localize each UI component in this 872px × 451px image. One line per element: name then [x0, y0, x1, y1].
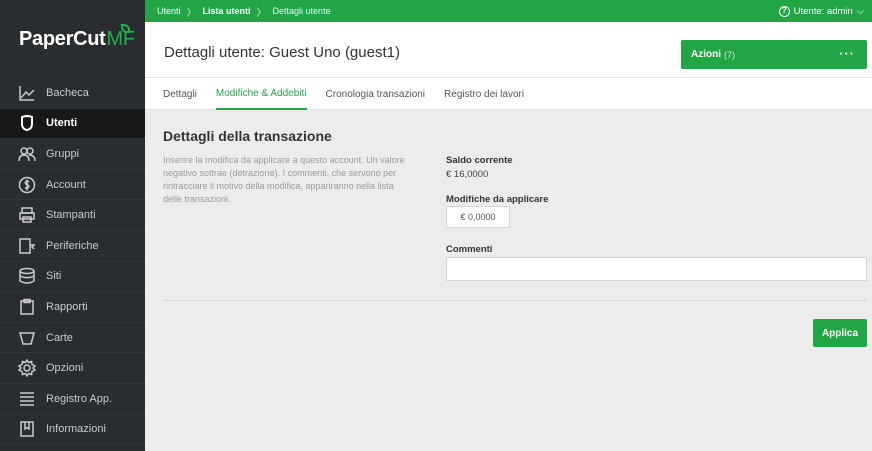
page-title: Dettagli utente: Guest Uno (guest1)	[164, 44, 400, 61]
user-menu-label: Utente: admin	[793, 5, 853, 17]
sidebar-item-label: Utenti	[46, 117, 78, 130]
section-title: Dettagli della transazione	[163, 128, 332, 144]
apply-button[interactable]: Applica	[813, 319, 867, 347]
adjust-label: Modifiche da applicare	[446, 194, 549, 205]
breadcrumb-separator: 〉	[256, 7, 267, 19]
more-icon: ···	[839, 46, 855, 61]
account-coin-icon	[17, 175, 37, 195]
actions-count: (7)	[724, 49, 735, 60]
leaf-icon	[121, 24, 130, 33]
sidebar-item-periferiche[interactable]: Periferiche	[0, 231, 145, 262]
app-window: PaperCut MF Bacheca Utenti Gruppi Account…	[0, 0, 872, 451]
divider	[163, 300, 867, 301]
sidebar-item-label: Bacheca	[46, 86, 89, 99]
comments-label: Commenti	[446, 244, 493, 255]
card-icon	[17, 328, 37, 348]
chart-line-icon	[17, 83, 37, 103]
help-icon[interactable]: ?	[778, 5, 790, 17]
balance-value: € 16,0000	[446, 169, 489, 180]
tab-dettagli[interactable]: Dettagli	[163, 78, 197, 110]
sidebar: PaperCut MF Bacheca Utenti Gruppi Account…	[0, 0, 145, 451]
tab-cronologia-transazioni[interactable]: Cronologia transazioni	[326, 78, 426, 110]
printer-icon	[17, 205, 37, 225]
sidebar-item-utenti[interactable]: Utenti	[0, 108, 145, 140]
sidebar-item-label: Informazioni	[46, 423, 106, 436]
brand-name: PaperCut	[19, 27, 106, 50]
sidebar-item-label: Gruppi	[46, 147, 80, 160]
breadcrumb-item: Dettagli utente	[272, 6, 331, 16]
page-header: Dettagli utente: Guest Uno (guest1) Azio…	[145, 22, 872, 78]
tab-registro-lavori[interactable]: Registro dei lavori	[444, 78, 524, 110]
papercut-logo[interactable]: PaperCut MF	[0, 0, 145, 78]
sidebar-item-account[interactable]: Account	[0, 170, 145, 201]
sidebar-item-opzioni[interactable]: Opzioni	[0, 353, 145, 384]
sidebar-item-label: Stampanti	[46, 209, 96, 222]
actions-button[interactable]: Azioni (7) ···	[681, 40, 867, 69]
balance-label: Saldo corrente	[446, 155, 513, 166]
sidebar-item-label: Opzioni	[46, 362, 84, 375]
section-description: Inserire la modifica da applicare a ques…	[163, 155, 405, 204]
comments-input[interactable]	[446, 257, 867, 281]
user-menu[interactable]: ? Utente: admin ⌵	[778, 0, 864, 22]
top-bar: Utenti 〉 Lista utenti 〉 Dettagli utente …	[145, 0, 872, 22]
sidebar-item-label: Rapporti	[46, 300, 88, 313]
sidebar-item-label: Account	[46, 178, 86, 191]
tab-modifiche-addebiti[interactable]: Modifiche & Addebiti	[215, 78, 307, 110]
gear-icon	[17, 358, 37, 378]
sidebar-item-carte[interactable]: Carte	[0, 323, 145, 354]
sidebar-item-siti[interactable]: Siti	[0, 262, 145, 293]
adjustment-input[interactable]: € 0,0000	[446, 206, 510, 228]
tab-bar: Dettagli Modifiche & Addebiti Cronologia…	[145, 78, 872, 110]
sidebar-item-gruppi[interactable]: Gruppi	[0, 139, 145, 170]
user-icon	[17, 113, 37, 133]
brand-suffix: MF	[106, 27, 136, 50]
transaction-panel: Dettagli della transazione Inserire la m…	[145, 110, 872, 451]
actions-label: Azioni	[691, 49, 721, 60]
breadcrumb-separator: 〉	[186, 7, 197, 19]
log-lines-icon	[17, 389, 37, 409]
chevron-down-icon: ⌵	[856, 5, 864, 17]
group-icon	[17, 144, 37, 164]
sidebar-item-stampanti[interactable]: Stampanti	[0, 200, 145, 231]
sidebar-item-label: Carte	[46, 331, 73, 344]
sidebar-item-rapporti[interactable]: Rapporti	[0, 292, 145, 323]
sidebar-item-informazioni[interactable]: Informazioni	[0, 415, 145, 446]
breadcrumb-item[interactable]: Lista utenti	[203, 6, 251, 16]
info-book-icon	[17, 419, 37, 439]
sidebar-item-bacheca[interactable]: Bacheca	[0, 78, 145, 109]
database-icon	[17, 266, 37, 286]
clipboard-icon	[17, 297, 37, 317]
breadcrumb-item[interactable]: Utenti	[157, 6, 181, 16]
sidebar-item-label: Periferiche	[46, 239, 99, 252]
device-icon	[17, 236, 37, 256]
sidebar-item-label: Registro App.	[46, 392, 113, 405]
sidebar-item-label: Siti	[46, 270, 62, 283]
sidebar-item-registro-app[interactable]: Registro App.	[0, 384, 145, 415]
